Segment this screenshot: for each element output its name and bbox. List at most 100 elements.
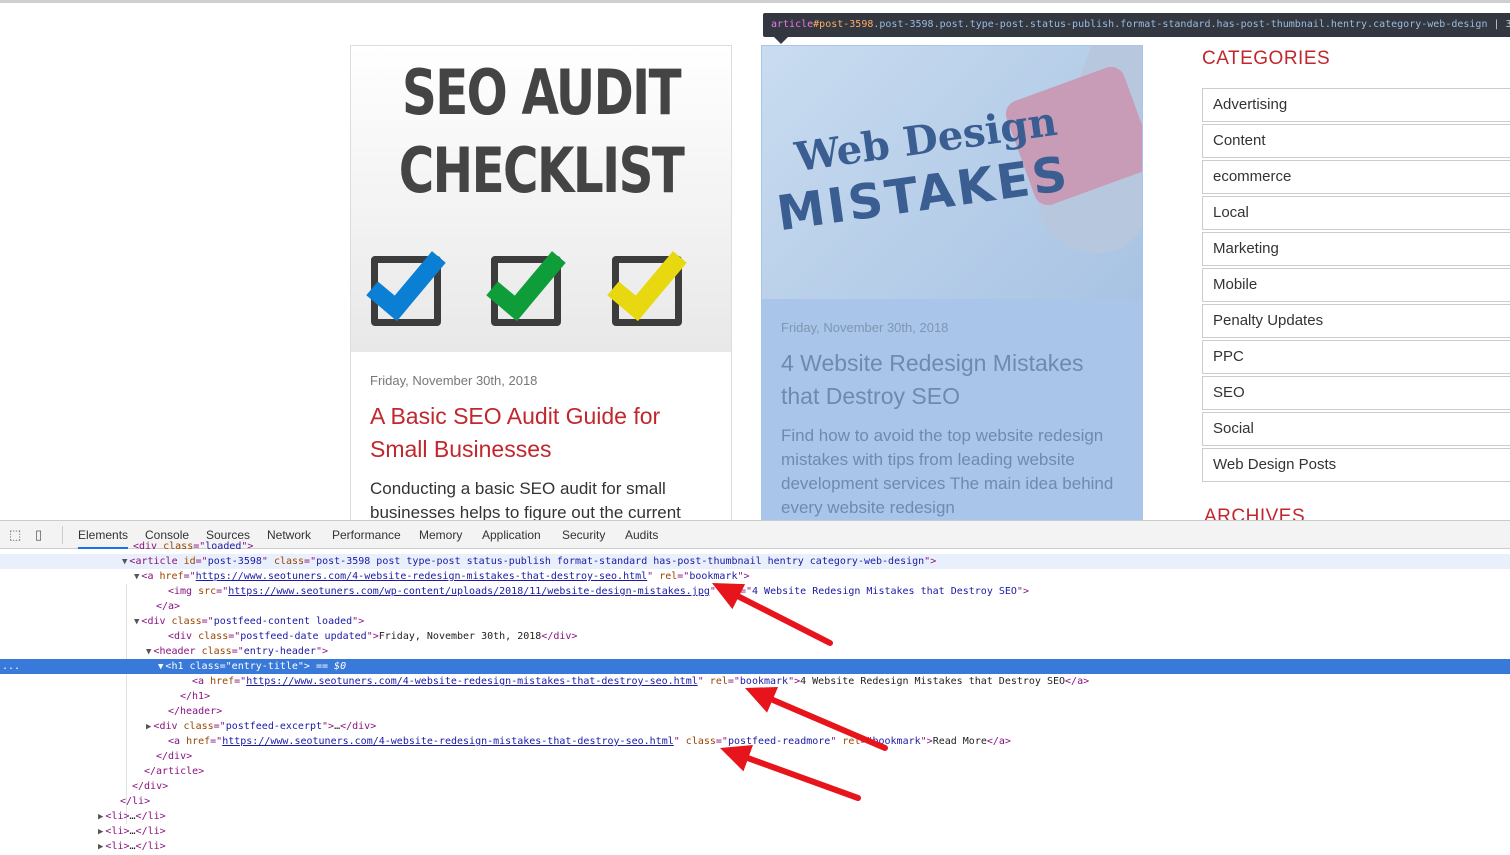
code-token: post-3598 post type-post status-publish …	[316, 556, 924, 567]
dom-node[interactable]: ▶<li>…</li>	[0, 839, 1510, 854]
code-token: ="	[234, 676, 246, 687]
post-card-highlighted[interactable]: Web Design MISTAKES Friday, November 30t…	[761, 45, 1143, 520]
code-token: ">	[924, 556, 936, 567]
category-link[interactable]: Advertising	[1202, 88, 1510, 122]
category-link[interactable]: Social	[1202, 412, 1510, 446]
code-token: loaded	[205, 541, 241, 552]
post-title-link[interactable]: 4 Website Redesign Mistakes that Destroy…	[781, 347, 1121, 413]
dom-node[interactable]: ▶<li>…</li>	[0, 809, 1510, 824]
code-token: ">	[921, 736, 933, 747]
code-token: id	[184, 556, 196, 567]
dom-node[interactable]: ▼<article id="post-3598" class="post-359…	[0, 554, 1510, 569]
code-token: ">	[1017, 586, 1029, 597]
url-link[interactable]: https://www.seotuners.com/4-website-rede…	[196, 571, 648, 582]
url-link[interactable]: https://www.seotuners.com/wp-content/upl…	[228, 586, 710, 597]
dom-node[interactable]: </div>	[0, 749, 1510, 764]
node-menu-icon[interactable]: ...	[2, 659, 20, 674]
code-token: </a>	[156, 601, 180, 612]
post-card[interactable]: SEO AUDIT CHECKLIST Friday, November 30t…	[350, 45, 732, 520]
code-token: <li>	[105, 826, 129, 837]
collapse-triangle-icon[interactable]: ▶	[98, 812, 103, 822]
code-token: <h1	[165, 661, 189, 672]
dom-node[interactable]: <a href="https://www.seotuners.com/4-web…	[0, 734, 1510, 749]
code-token: ="	[740, 586, 752, 597]
code-token: <article	[129, 556, 183, 567]
code-token: "	[710, 586, 722, 597]
category-link[interactable]: PPC	[1202, 340, 1510, 374]
code-token: ="	[214, 721, 226, 732]
code-token: <li>	[105, 811, 129, 822]
dom-node[interactable]: <img src="https://www.seotuners.com/wp-c…	[0, 584, 1510, 599]
code-token: </header>	[168, 706, 222, 717]
dom-node[interactable]: ▶<div class="postfeed-excerpt">…</div>	[0, 719, 1510, 734]
dom-node[interactable]: </article>	[0, 764, 1510, 779]
dom-node[interactable]: ▼<div class="postfeed-content loaded">	[0, 614, 1510, 629]
code-token: </li>	[120, 796, 150, 807]
code-token: postfeed-content loaded	[214, 616, 352, 627]
expand-triangle-icon[interactable]: ▼	[146, 647, 151, 657]
code-token: <li>	[105, 841, 129, 852]
collapse-triangle-icon[interactable]: ▶	[98, 827, 103, 837]
code-token: <div	[168, 631, 198, 642]
elements-tree[interactable]: <div class="loaded">▼<article id="post-3…	[0, 549, 1510, 850]
dom-node[interactable]: ▼<a href="https://www.seotuners.com/4-we…	[0, 569, 1510, 584]
dom-node[interactable]: ▼<header class="entry-header">	[0, 644, 1510, 659]
collapse-triangle-icon[interactable]: ▶	[98, 842, 103, 852]
archives-title: ARCHIVES	[1204, 506, 1305, 520]
dom-node[interactable]: <div class="postfeed-date updated">Frida…	[0, 629, 1510, 644]
dom-node[interactable]: <div class="loaded">	[0, 539, 1510, 554]
dom-node[interactable]: </div>	[0, 779, 1510, 794]
thumbnail-text: SEO AUDIT	[393, 56, 689, 129]
code-token: entry-header	[244, 646, 316, 657]
code-token: href	[159, 571, 183, 582]
code-token: ="	[216, 586, 228, 597]
category-link[interactable]: Mobile	[1202, 268, 1510, 302]
dom-node[interactable]: </a>	[0, 599, 1510, 614]
category-link[interactable]: SEO	[1202, 376, 1510, 410]
code-token: <div	[153, 721, 183, 732]
code-token: ="	[677, 571, 689, 582]
code-token: alt	[722, 586, 740, 597]
code-token: </li>	[136, 841, 166, 852]
category-link[interactable]: Penalty Updates	[1202, 304, 1510, 338]
expand-triangle-icon[interactable]: ▼	[158, 662, 163, 672]
category-link[interactable]: Local	[1202, 196, 1510, 230]
url-link[interactable]: https://www.seotuners.com/4-website-rede…	[222, 736, 674, 747]
dom-node[interactable]: <a href="https://www.seotuners.com/4-web…	[0, 674, 1510, 689]
code-token: </li>	[136, 826, 166, 837]
code-token: bookmark	[740, 676, 788, 687]
expand-triangle-icon[interactable]: ▼	[134, 572, 139, 582]
code-token: </h1>	[180, 691, 210, 702]
expand-triangle-icon[interactable]: ▼	[122, 557, 127, 567]
category-link[interactable]: ecommerce	[1202, 160, 1510, 194]
dom-node[interactable]: </h1>	[0, 689, 1510, 704]
code-token: class	[172, 616, 202, 627]
category-link[interactable]: Marketing	[1202, 232, 1510, 266]
post-thumbnail-seo-audit[interactable]: SEO AUDIT CHECKLIST	[351, 46, 731, 352]
code-token: $0	[334, 661, 346, 672]
code-token: bookmark	[689, 571, 737, 582]
dom-node-selected[interactable]: ...▼<h1 class="entry-title"> == $0	[0, 659, 1510, 674]
code-token: class	[190, 661, 220, 672]
post-title-link[interactable]: A Basic SEO Audit Guide for Small Busine…	[370, 400, 710, 466]
code-token: ">	[788, 676, 800, 687]
code-token: 4 Website Redesign Mistakes that Destroy…	[752, 586, 1017, 597]
expand-triangle-icon[interactable]: ▼	[134, 617, 139, 627]
code-token: ="	[184, 571, 196, 582]
thumbnail-text: CHECKLIST	[393, 134, 689, 207]
devtools-panel: ⬚ ▯ ElementsConsoleSourcesNetworkPerform…	[0, 520, 1510, 849]
code-token: ">	[316, 646, 328, 657]
dom-node[interactable]: </header>	[0, 704, 1510, 719]
category-link[interactable]: Web Design Posts	[1202, 448, 1510, 482]
url-link[interactable]: https://www.seotuners.com/4-website-rede…	[246, 676, 698, 687]
code-token: ="	[196, 556, 208, 567]
code-token: <div	[133, 541, 163, 552]
category-link[interactable]: Content	[1202, 124, 1510, 158]
tooltip-id: #post-3598	[813, 19, 873, 30]
post-excerpt: Find how to avoid the top website redesi…	[781, 424, 1126, 520]
code-token: ="	[860, 736, 872, 747]
dom-node[interactable]: </li>	[0, 794, 1510, 809]
collapse-triangle-icon[interactable]: ▶	[146, 722, 151, 732]
post-thumbnail-web-design-mistakes[interactable]: Web Design MISTAKES	[762, 46, 1142, 299]
dom-node[interactable]: ▶<li>…</li>	[0, 824, 1510, 839]
